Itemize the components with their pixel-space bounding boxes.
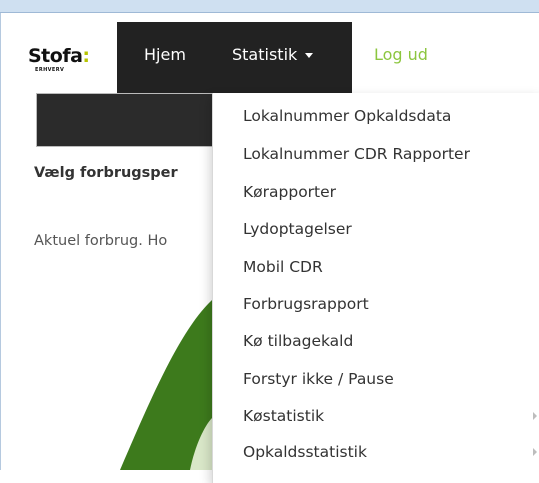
menu-item-kostatistik[interactable]: Køstatistik — [243, 407, 324, 425]
statistics-dropdown-menu: Lokalnummer Opkaldsdata Lokalnummer CDR … — [212, 93, 539, 483]
menu-item-lydoptagelser[interactable]: Lydoptagelser — [243, 220, 352, 238]
submenu-arrow-icon — [533, 448, 537, 456]
menu-item-lokalnummer-cdr-rapporter[interactable]: Lokalnummer CDR Rapporter — [243, 145, 470, 163]
menu-item-lokalnummer-opkaldsdata[interactable]: Lokalnummer Opkaldsdata — [243, 107, 451, 125]
submenu-arrow-icon — [533, 412, 537, 420]
menu-item-forbrugsrapport[interactable]: Forbrugsrapport — [243, 295, 369, 313]
menu-item-opkaldsstatistik[interactable]: Opkaldsstatistik — [243, 443, 367, 461]
menu-item-korapporter[interactable]: Kørapporter — [243, 183, 336, 201]
menu-item-ko-tilbagekald[interactable]: Kø tilbagekald — [243, 332, 353, 350]
menu-item-mobil-cdr[interactable]: Mobil CDR — [243, 258, 323, 276]
menu-item-forstyr-ikke-pause[interactable]: Forstyr ikke / Pause — [243, 370, 394, 388]
